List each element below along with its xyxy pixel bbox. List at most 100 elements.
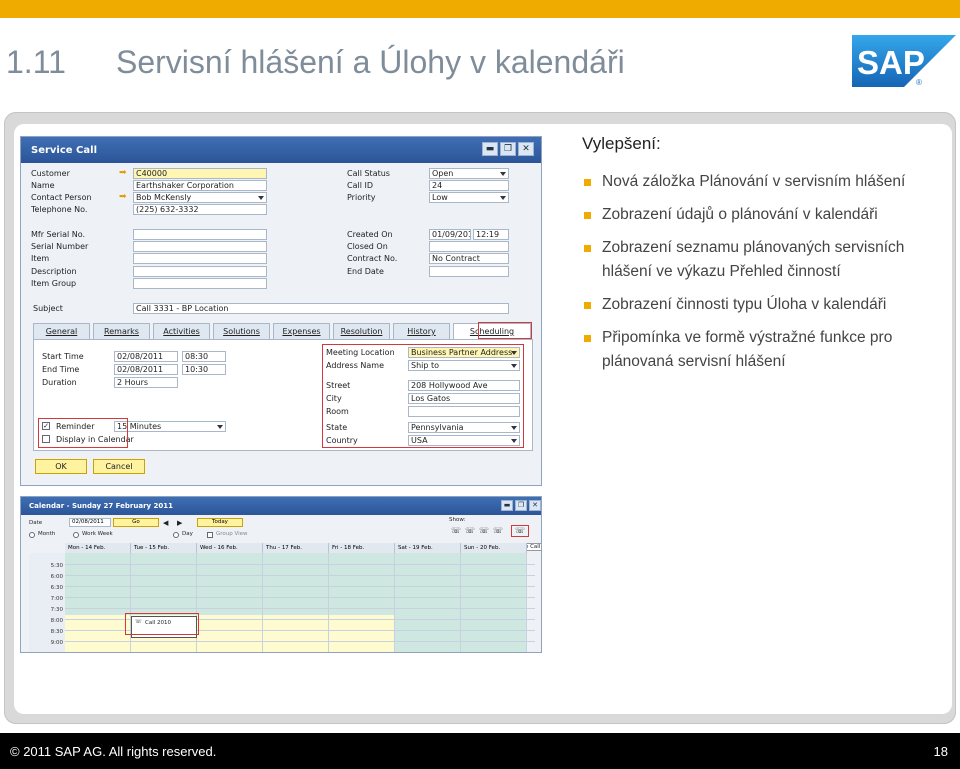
link-arrow-icon[interactable]: ➡ (119, 169, 129, 178)
show-service-call-highlight (511, 525, 529, 537)
time-label: 8:00 (50, 618, 63, 624)
calendar-maximize-button[interactable]: ❐ (515, 500, 527, 511)
reminder-field[interactable]: 15 Minutes (114, 421, 226, 432)
tab-history[interactable]: History (393, 323, 450, 339)
slide: 1.11 Servisní hlášení a Úlohy v kalendáři… (0, 0, 960, 769)
customer-field[interactable]: C40000 (133, 168, 267, 179)
priority-field[interactable]: Low (429, 192, 509, 203)
call-status-field[interactable]: Open (429, 168, 509, 179)
view-month-label: Month (38, 531, 56, 537)
created-on-label: Created On (347, 230, 393, 239)
bullet-square-icon (584, 245, 591, 252)
day-column[interactable] (395, 553, 461, 652)
minimize-button[interactable]: ▬ (482, 142, 498, 156)
grid-line (65, 586, 535, 587)
bullet-item: Nová záložka Plánování v servisním hláše… (582, 170, 947, 194)
closed-on-field[interactable] (429, 241, 509, 252)
view-day-radio[interactable] (173, 532, 179, 538)
end-date-label: End Date (347, 267, 384, 276)
calendar-minimize-button[interactable]: ▬ (501, 500, 513, 511)
telephone-field[interactable]: (225) 632-3332 (133, 204, 267, 215)
bullet-item: Zobrazení seznamu plánovaných servisních… (582, 236, 947, 284)
activity-icon[interactable]: ☏ (451, 526, 461, 535)
day-header: Fri - 18 Feb. (329, 543, 395, 553)
day-column[interactable] (263, 553, 329, 652)
day-header: Mon - 14 Feb. (65, 543, 131, 553)
calendar-date-label: Date (29, 520, 43, 526)
time-column: 5:30 6:00 6:30 7:00 7:30 8:00 8:30 9:00 (29, 553, 65, 652)
day-column[interactable] (329, 553, 395, 652)
name-field[interactable]: Earthshaker Corporation (133, 180, 267, 191)
duration-field[interactable]: 2 Hours (114, 377, 178, 388)
tab-general[interactable]: General (33, 323, 90, 339)
previous-icon[interactable]: ◀ (163, 519, 168, 527)
start-date-field[interactable]: 02/08/2011 (114, 351, 178, 362)
group-view-checkbox[interactable] (207, 532, 213, 538)
item-group-label: Item Group (31, 279, 77, 288)
view-work-week-label: Work Week (82, 531, 113, 537)
service-call-title: Service Call (31, 145, 97, 156)
created-time-field[interactable]: 12:19 (473, 229, 509, 240)
day-column[interactable] (197, 553, 263, 652)
end-date-field[interactable]: 02/08/2011 (114, 364, 178, 375)
mfr-serial-field[interactable] (133, 229, 267, 240)
bullet-text: Připomínka ve formě výstražné funkce pro… (602, 329, 893, 370)
calendar-titlebar: Calendar - Sunday 27 February 2011 ▬ ❐ ✕ (21, 497, 541, 515)
subject-label: Subject (33, 304, 63, 313)
end-time-field[interactable]: 10:30 (182, 364, 226, 375)
bullet-item: Zobrazení údajů o plánování v kalendáři (582, 203, 947, 227)
event-highlight (125, 613, 199, 635)
ok-button[interactable]: OK (35, 459, 87, 474)
contact-person-field[interactable]: Bob McKensly (133, 192, 267, 203)
start-time-field[interactable]: 08:30 (182, 351, 226, 362)
tab-resolution[interactable]: Resolution (333, 323, 390, 339)
note-icon[interactable]: ☏ (493, 526, 503, 535)
time-label: 6:00 (50, 574, 63, 580)
link-arrow-icon[interactable]: ➡ (119, 193, 129, 202)
page-number: 18 (933, 744, 948, 759)
serial-number-field[interactable] (133, 241, 267, 252)
end-date-field[interactable] (429, 266, 509, 277)
item-field[interactable] (133, 253, 267, 264)
bullet-square-icon (584, 179, 591, 186)
calendar-today-button[interactable]: Today (197, 518, 243, 527)
grid-line (65, 597, 535, 598)
tab-solutions[interactable]: Solutions (213, 323, 270, 339)
grid-line (65, 641, 535, 642)
calendar-grid: 5:30 6:00 6:30 7:00 7:30 8:00 8:30 9:00 (29, 553, 535, 652)
cancel-button[interactable]: Cancel (93, 459, 145, 474)
day-column[interactable] (65, 553, 131, 652)
bullet-item: Zobrazení činnosti typu Úloha v kalendář… (582, 293, 947, 317)
tab-expenses[interactable]: Expenses (273, 323, 330, 339)
description-field[interactable] (133, 266, 267, 277)
calendar-date-field[interactable]: 02/08/2011 (69, 518, 111, 527)
contract-no-label: Contract No. (347, 254, 398, 263)
calendar-go-button[interactable]: Go (113, 518, 159, 527)
bullet-text: Nová záložka Plánování v servisním hláše… (602, 173, 906, 190)
day-column[interactable] (461, 553, 527, 652)
tab-activities[interactable]: Activities (153, 323, 210, 339)
contract-no-field[interactable]: No Contract (429, 253, 509, 264)
subject-field[interactable]: Call 3331 - BP Location (133, 303, 509, 314)
grid-line (65, 564, 535, 565)
scheduling-highlight (478, 322, 532, 339)
slide-number-prefix: 1.11 (6, 44, 66, 80)
calendar-title: Calendar - Sunday 27 February 2011 (29, 502, 174, 510)
maximize-button[interactable]: ❐ (500, 142, 516, 156)
view-work-week-radio[interactable] (73, 532, 79, 538)
day-column[interactable] (131, 553, 197, 652)
call-id-field[interactable]: 24 (429, 180, 509, 191)
view-month-radio[interactable] (29, 532, 35, 538)
customer-label: Customer (31, 169, 70, 178)
item-group-field[interactable] (133, 278, 267, 289)
duration-label: Duration (42, 378, 77, 387)
start-time-label: Start Time (42, 352, 84, 361)
meeting-icon[interactable]: ☏ (465, 526, 475, 535)
task-icon[interactable]: ☏ (479, 526, 489, 535)
tab-remarks[interactable]: Remarks (93, 323, 150, 339)
created-on-field[interactable]: 01/09/2011 (429, 229, 471, 240)
next-icon[interactable]: ▶ (177, 519, 182, 527)
bullet-text: Zobrazení seznamu plánovaných servisních… (602, 239, 905, 280)
close-button[interactable]: ✕ (518, 142, 534, 156)
calendar-close-button[interactable]: ✕ (529, 500, 541, 511)
